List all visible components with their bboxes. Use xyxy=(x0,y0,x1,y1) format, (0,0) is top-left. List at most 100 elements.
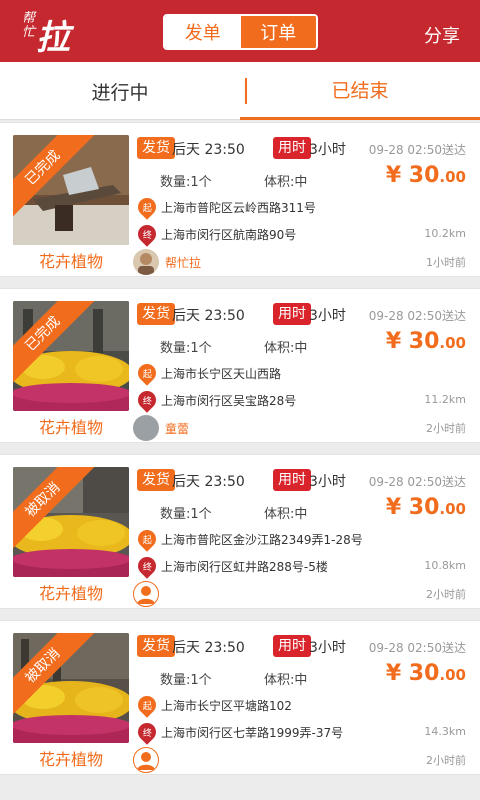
time-ago: 2小时前 xyxy=(426,588,466,601)
product-photo: 被取消 xyxy=(13,467,129,577)
destination-address: 上海市闵行区吴宝路28号 xyxy=(161,394,297,408)
user-avatar[interactable] xyxy=(133,747,159,773)
quantity: 数量:1个 xyxy=(160,507,212,522)
price-integer: ¥ 30 xyxy=(385,163,440,188)
quantity: 数量:1个 xyxy=(160,341,212,356)
volume: 体积:中 xyxy=(264,507,308,522)
order-mode-toggle: 发单 订单 xyxy=(163,14,318,50)
send-time: 后天 23:50 xyxy=(172,142,245,158)
delivery-time: 09-28 02:50送达 xyxy=(368,143,466,157)
duration-badge: 用时 xyxy=(273,137,311,159)
quantity: 数量:1个 xyxy=(160,673,212,688)
send-badge: 发货 xyxy=(137,469,175,491)
duration-badge: 用时 xyxy=(273,303,311,325)
category-label: 花卉植物 xyxy=(38,418,103,437)
volume: 体积:中 xyxy=(264,673,308,688)
toggle-orders[interactable]: 订单 xyxy=(240,16,316,48)
origin-pin-icon: 起 xyxy=(134,360,160,386)
user-avatar[interactable] xyxy=(133,415,159,441)
price: ¥ 30.00 xyxy=(386,661,466,686)
default-user-icon xyxy=(137,586,155,604)
default-user-icon xyxy=(137,752,155,770)
app-logo: 帮忙 拉 xyxy=(22,8,82,59)
price-decimal: .00 xyxy=(439,168,466,186)
distance: 14.3km xyxy=(424,725,466,738)
logo-small-text: 帮忙 xyxy=(22,11,36,40)
category-label: 花卉植物 xyxy=(38,750,103,769)
user-name[interactable]: 帮忙拉 xyxy=(165,254,201,271)
tab-ongoing[interactable]: 进行中 xyxy=(0,62,240,120)
order-card[interactable]: 被取消 花卉植物 发货 后天 23:50 用时 3小时 09-28 02:50送… xyxy=(0,454,480,609)
category-label: 花卉植物 xyxy=(38,584,103,603)
volume: 体积:中 xyxy=(264,341,308,356)
toggle-send-order[interactable]: 发单 xyxy=(165,16,241,48)
user-avatar[interactable] xyxy=(133,581,159,607)
time-ago: 2小时前 xyxy=(426,754,466,767)
origin-pin-label: 起 xyxy=(142,369,152,380)
logo-text: 拉 xyxy=(36,18,70,58)
distance: 10.8km xyxy=(424,559,466,572)
origin-address: 上海市长宁区天山西路 xyxy=(161,367,282,381)
category-label: 花卉植物 xyxy=(38,252,103,271)
origin-pin-icon: 起 xyxy=(134,692,160,718)
price-integer: ¥ 30 xyxy=(385,495,440,520)
product-photo: 已完成 xyxy=(13,135,129,245)
product-photo: 被取消 xyxy=(13,633,129,743)
origin-pin-icon: 起 xyxy=(134,526,160,552)
time-ago: 1小时前 xyxy=(426,256,466,269)
destination-address: 上海市闵行区航南路90号 xyxy=(161,228,297,242)
duration: 3小时 xyxy=(309,142,346,158)
send-badge: 发货 xyxy=(137,635,175,657)
tab-finished[interactable]: 已结束 xyxy=(240,62,480,120)
price: ¥ 30.00 xyxy=(386,163,466,188)
duration-badge: 用时 xyxy=(273,635,311,657)
quantity: 数量:1个 xyxy=(160,175,212,190)
destination-pin-icon: 终 xyxy=(134,553,160,579)
destination-pin-label: 终 xyxy=(142,728,152,739)
destination-address: 上海市闵行区虹井路288号-5楼 xyxy=(161,560,328,574)
origin-address: 上海市普陀区云岭西路311号 xyxy=(161,201,316,215)
price-decimal: .00 xyxy=(439,334,466,352)
user-name[interactable]: 童蕾 xyxy=(165,420,189,437)
send-badge: 发货 xyxy=(137,137,175,159)
price-integer: ¥ 30 xyxy=(385,661,440,686)
origin-pin-label: 起 xyxy=(142,203,152,214)
destination-pin-label: 终 xyxy=(142,230,152,241)
origin-address: 上海市普陀区金沙江路2349弄1-28号 xyxy=(161,533,363,547)
send-badge: 发货 xyxy=(137,303,175,325)
time-ago: 2小时前 xyxy=(426,422,466,435)
origin-address: 上海市长宁区平塘路102 xyxy=(161,699,292,713)
send-time: 后天 23:50 xyxy=(172,640,245,656)
price-decimal: .00 xyxy=(439,500,466,518)
duration-badge: 用时 xyxy=(273,469,311,491)
origin-pin-icon: 起 xyxy=(134,194,160,220)
price: ¥ 30.00 xyxy=(386,329,466,354)
order-card[interactable]: 已完成 花卉植物 发货 后天 23:50 用时 3小时 09-28 02:50送… xyxy=(0,122,480,277)
avatar-photo-icon xyxy=(133,249,159,275)
distance: 11.2km xyxy=(424,393,466,406)
product-photo: 已完成 xyxy=(13,301,129,411)
origin-pin-label: 起 xyxy=(142,701,152,712)
status-tabs: 进行中 已结束 xyxy=(0,62,480,120)
destination-pin-label: 终 xyxy=(142,562,152,573)
top-bar: 帮忙 拉 发单 订单 分享 xyxy=(0,0,480,62)
delivery-time: 09-28 02:50送达 xyxy=(368,641,466,655)
price: ¥ 30.00 xyxy=(386,495,466,520)
price-integer: ¥ 30 xyxy=(385,329,440,354)
share-button[interactable]: 分享 xyxy=(424,22,460,48)
duration: 3小时 xyxy=(309,474,346,490)
send-time: 后天 23:50 xyxy=(172,474,245,490)
origin-pin-label: 起 xyxy=(142,535,152,546)
user-avatar[interactable] xyxy=(133,249,159,275)
destination-pin-icon: 终 xyxy=(134,719,160,745)
destination-pin-icon: 终 xyxy=(134,221,160,247)
destination-address: 上海市闵行区七莘路1999弄-37号 xyxy=(161,726,344,740)
price-decimal: .00 xyxy=(439,666,466,684)
distance: 10.2km xyxy=(424,227,466,240)
duration: 3小时 xyxy=(309,308,346,324)
delivery-time: 09-28 02:50送达 xyxy=(368,475,466,489)
delivery-time: 09-28 02:50送达 xyxy=(368,309,466,323)
order-card[interactable]: 已完成 花卉植物 发货 后天 23:50 用时 3小时 09-28 02:50送… xyxy=(0,288,480,443)
order-card[interactable]: 被取消 花卉植物 发货 后天 23:50 用时 3小时 09-28 02:50送… xyxy=(0,620,480,775)
send-time: 后天 23:50 xyxy=(172,308,245,324)
